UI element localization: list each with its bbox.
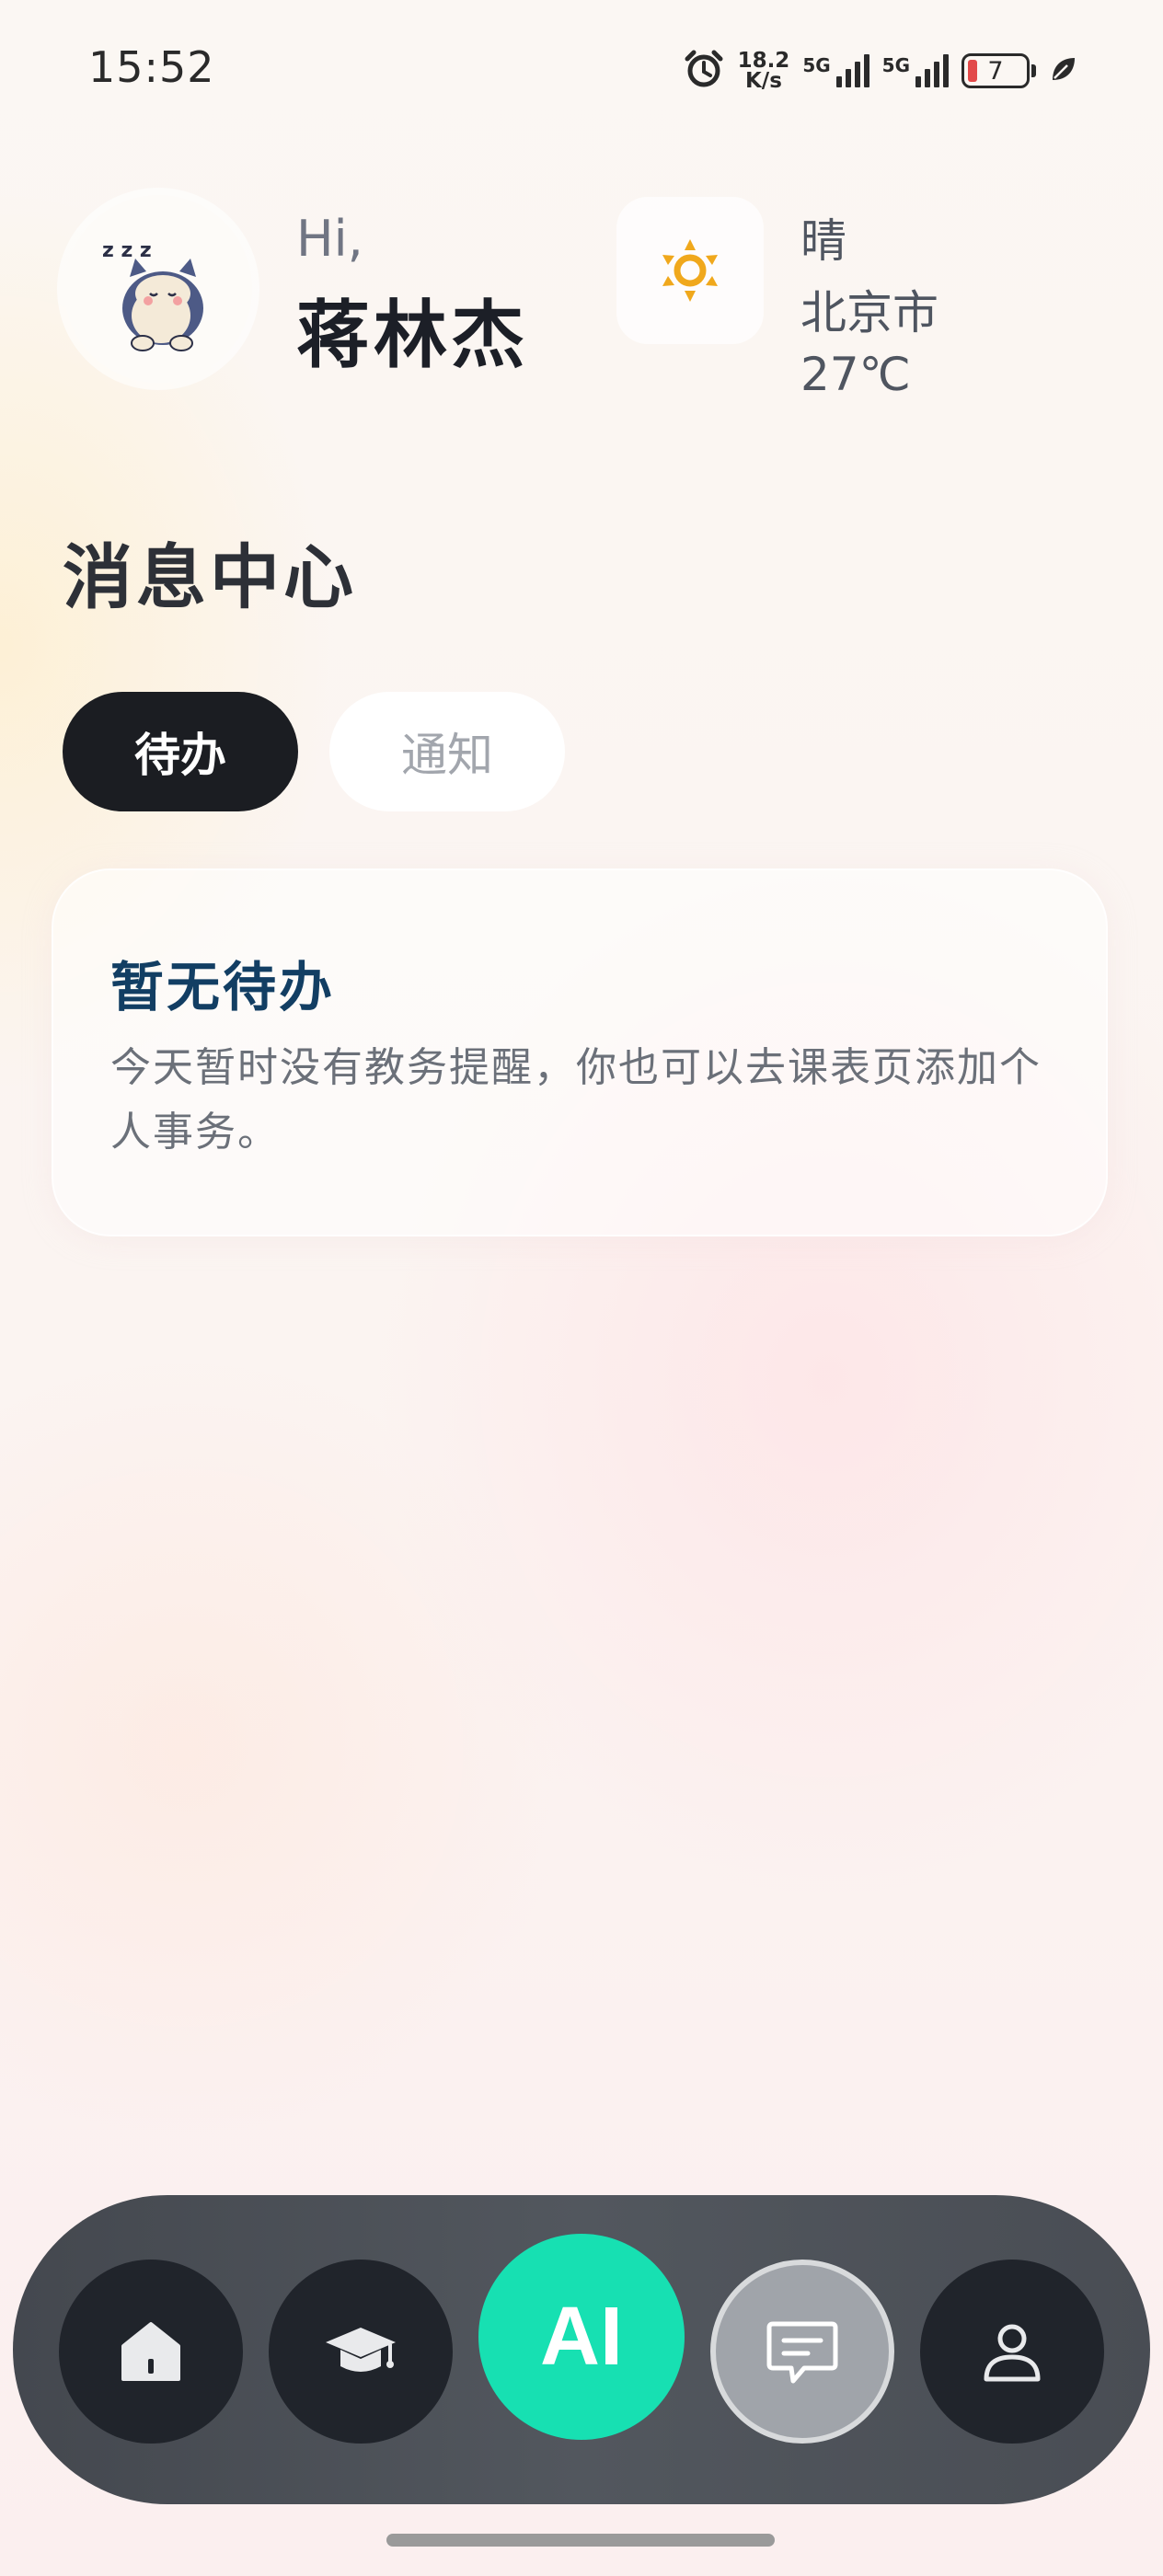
status-time: 15:52 <box>88 42 215 92</box>
user-name: 蒋林杰 <box>296 293 528 378</box>
status-icons: 18.2 K/s 5G 5G 7 <box>683 48 1078 94</box>
avatar[interactable]: z z z <box>64 195 252 383</box>
leaf-icon <box>1049 54 1078 87</box>
signal-type-label: 5G <box>802 54 831 76</box>
alarm-icon <box>683 48 725 94</box>
home-icon <box>121 2322 180 2381</box>
graduation-cap-icon <box>326 2328 396 2372</box>
tab-notifications[interactable]: 通知 <box>329 692 565 811</box>
nav-courses-button[interactable] <box>269 2260 453 2444</box>
greeting: Hi, <box>296 210 363 268</box>
empty-state-title: 暂无待办 <box>110 956 336 1018</box>
sun-icon <box>662 239 718 302</box>
nav-ai-button[interactable]: AI <box>478 2234 685 2440</box>
nav-messages-button[interactable] <box>710 2260 894 2444</box>
svg-text:z z z: z z z <box>102 239 152 262</box>
sleeping-character-icon: z z z <box>102 239 203 351</box>
net-speed-value: 18.2 <box>737 49 790 73</box>
nav-home-button[interactable] <box>59 2260 243 2444</box>
tab-todo[interactable]: 待办 <box>63 692 298 811</box>
nav-profile-button[interactable] <box>920 2260 1104 2444</box>
weather-condition: 晴 <box>800 214 846 268</box>
home-indicator[interactable] <box>386 2534 775 2547</box>
net-speed-unit: K/s <box>744 69 782 93</box>
signal-icon: 5G <box>802 54 869 87</box>
battery-level: 7 <box>987 56 1004 86</box>
signal-icon: 5G <box>882 54 949 87</box>
empty-state-message: 今天暂时没有教务提醒，你也可以去课表页添加个人事务。 <box>110 1044 1042 1156</box>
chat-icon <box>766 2321 838 2384</box>
weather-city: 北京市 <box>800 286 938 339</box>
signal-type-label: 5G <box>881 54 910 76</box>
weather-temperature: 27℃ <box>800 348 911 401</box>
page-title: 消息中心 <box>63 536 357 618</box>
net-speed: 18.2 K/s <box>737 49 790 93</box>
person-icon <box>984 2324 1041 2382</box>
weather-icon-box <box>616 197 764 344</box>
battery-icon: 7 <box>961 53 1030 88</box>
